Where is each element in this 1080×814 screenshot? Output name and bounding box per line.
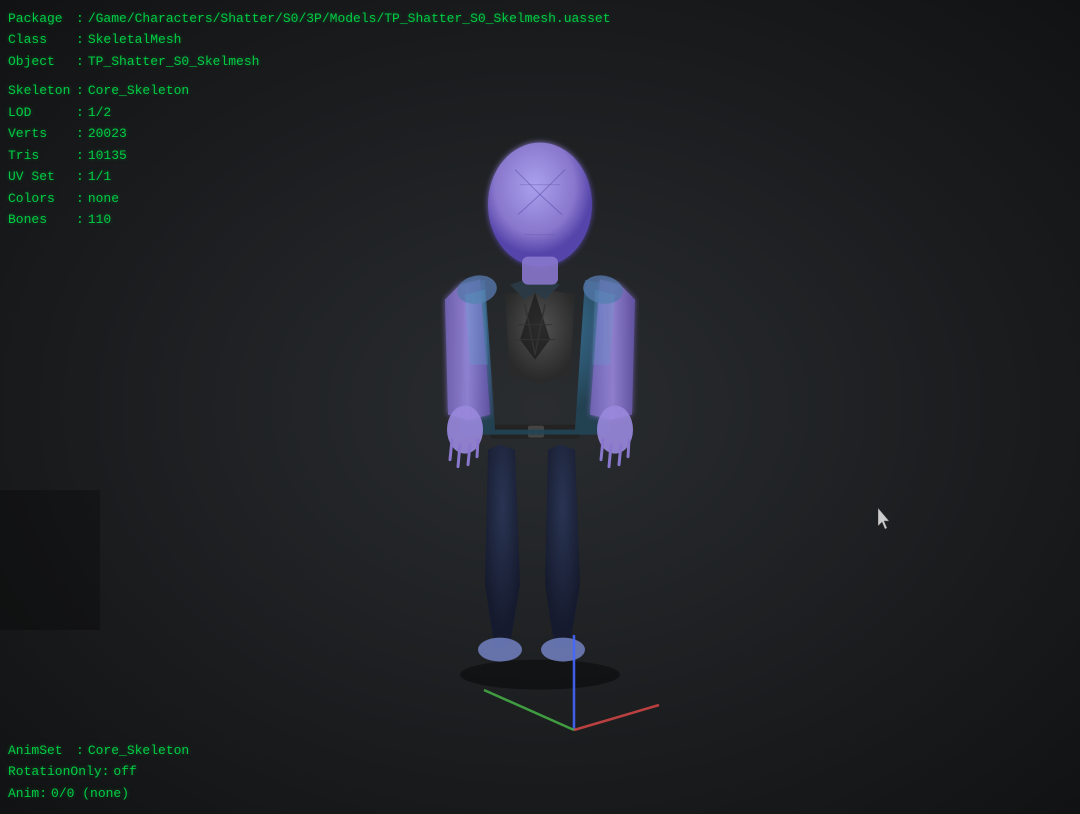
animset-label: AnimSet (8, 740, 76, 761)
lod-row: LOD : 1/2 (8, 102, 611, 123)
skeleton-row: Skeleton : Core_Skeleton (8, 80, 611, 101)
anim-label: Anim: (8, 783, 47, 804)
object-label: Object (8, 51, 76, 72)
rotation-value: off (113, 761, 136, 782)
colors-label: Colors (8, 188, 76, 209)
object-row: Object : TP_Shatter_S0_Skelmesh (8, 51, 611, 72)
left-panel (0, 490, 100, 630)
lod-value: 1/2 (88, 102, 111, 123)
colors-value: none (88, 188, 119, 209)
class-row: Class : SkeletalMesh (8, 29, 611, 50)
uvset-value: 1/1 (88, 166, 111, 187)
tris-label: Tris (8, 145, 76, 166)
object-value: TP_Shatter_S0_Skelmesh (88, 51, 260, 72)
package-label: Package (8, 8, 76, 29)
colors-row: Colors : none (8, 188, 611, 209)
bones-value: 110 (88, 209, 111, 230)
tris-row: Tris : 10135 (8, 145, 611, 166)
rotation-label: RotationOnly: (8, 761, 109, 782)
package-row: Package : /Game/Characters/Shatter/S0/3P… (8, 8, 611, 29)
verts-row: Verts : 20023 (8, 123, 611, 144)
uvset-row: UV Set : 1/1 (8, 166, 611, 187)
tris-value: 10135 (88, 145, 127, 166)
skeleton-label: Skeleton (8, 80, 76, 101)
verts-label: Verts (8, 123, 76, 144)
class-label: Class (8, 29, 76, 50)
bones-label: Bones (8, 209, 76, 230)
animset-value: Core_Skeleton (88, 740, 189, 761)
mouse-cursor (878, 508, 894, 528)
skeleton-value: Core_Skeleton (88, 80, 189, 101)
package-value: /Game/Characters/Shatter/S0/3P/Models/TP… (88, 8, 611, 29)
bones-row: Bones : 110 (8, 209, 611, 230)
lod-label: LOD (8, 102, 76, 123)
anim-value: 0/0 (none) (51, 783, 129, 804)
anim-info-panel: AnimSet : Core_Skeleton RotationOnly: of… (8, 740, 189, 804)
class-value: SkeletalMesh (88, 29, 182, 50)
verts-value: 20023 (88, 123, 127, 144)
uvset-label: UV Set (8, 166, 76, 187)
axis-indicator (474, 630, 694, 754)
3d-viewport[interactable]: Package : /Game/Characters/Shatter/S0/3P… (0, 0, 1080, 814)
animset-row: AnimSet : Core_Skeleton (8, 740, 189, 761)
rotation-row: RotationOnly: off (8, 761, 189, 782)
mesh-info-panel: Package : /Game/Characters/Shatter/S0/3P… (8, 8, 611, 230)
anim-row: Anim: 0/0 (none) (8, 783, 189, 804)
